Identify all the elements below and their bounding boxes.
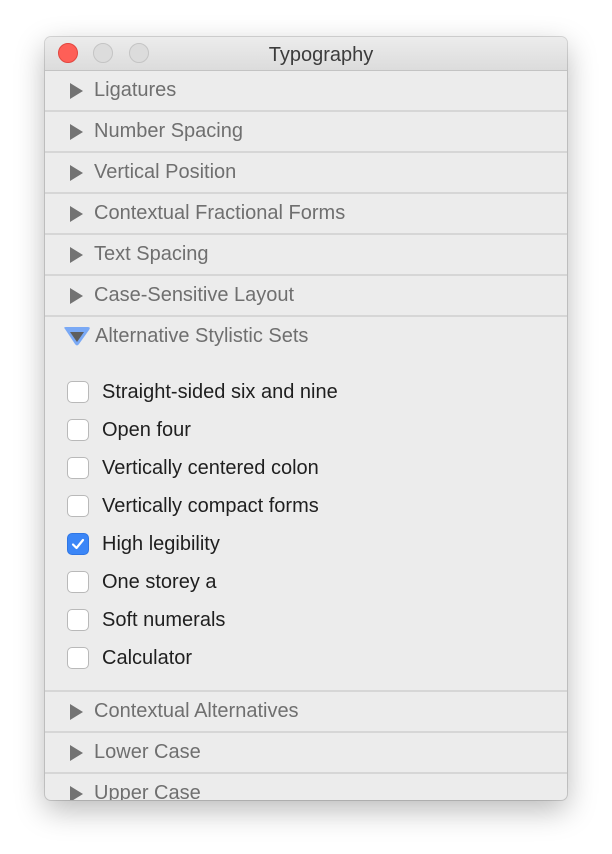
option-label: One storey a <box>102 570 217 593</box>
option-soft-numerals[interactable]: Soft numerals <box>45 601 567 639</box>
disclosure-triangle-collapsed-icon[interactable] <box>70 82 83 99</box>
disclosure-triangle-expanded-icon[interactable] <box>62 325 92 349</box>
section-upper-case[interactable]: Upper Case <box>45 774 567 800</box>
section-lower-case[interactable]: Lower Case <box>45 733 567 774</box>
option-straight-sided-six-and-nine[interactable]: Straight-sided six and nine <box>45 373 567 411</box>
section-contextual-alternatives[interactable]: Contextual Alternatives <box>45 692 567 733</box>
option-label: High legibility <box>102 532 220 555</box>
section-label: Alternative Stylistic Sets <box>95 325 309 347</box>
section-label: Vertical Position <box>94 161 237 183</box>
option-label: Calculator <box>102 646 193 669</box>
section-contextual-fractional-forms[interactable]: Contextual Fractional Forms <box>45 194 567 235</box>
checkbox[interactable] <box>67 495 89 517</box>
title-bar[interactable]: Typography <box>45 37 567 71</box>
section-number-spacing[interactable]: Number Spacing <box>45 112 567 153</box>
section-label: Lower Case <box>94 741 201 763</box>
option-vertically-centered-colon[interactable]: Vertically centered colon <box>45 449 567 487</box>
option-label: Vertically centered colon <box>102 456 319 479</box>
section-label: Case-Sensitive Layout <box>94 284 295 306</box>
disclosure-triangle-collapsed-icon[interactable] <box>70 246 83 263</box>
disclosure-triangle-collapsed-icon[interactable] <box>70 205 83 222</box>
section-vertical-position[interactable]: Vertical Position <box>45 153 567 194</box>
disclosure-triangle-collapsed-icon[interactable] <box>70 164 83 181</box>
disclosure-triangle-collapsed-icon[interactable] <box>70 744 83 761</box>
disclosure-triangle-collapsed-icon[interactable] <box>70 785 83 800</box>
section-ligatures[interactable]: Ligatures <box>45 71 567 112</box>
option-label: Straight-sided six and nine <box>102 380 338 403</box>
option-label: Open four <box>102 418 191 441</box>
section-case-sensitive-layout[interactable]: Case-Sensitive Layout <box>45 276 567 317</box>
checkbox[interactable] <box>67 457 89 479</box>
checkbox[interactable] <box>67 571 89 593</box>
option-calculator[interactable]: Calculator <box>45 639 567 677</box>
typography-window: Typography Ligatures Number Spacing Vertic… <box>45 37 567 800</box>
checkbox[interactable] <box>67 419 89 441</box>
section-text-spacing[interactable]: Text Spacing <box>45 235 567 276</box>
section-label: Contextual Alternatives <box>94 700 299 722</box>
checkbox[interactable] <box>67 381 89 403</box>
option-label: Vertically compact forms <box>102 494 319 517</box>
checkbox[interactable] <box>67 609 89 631</box>
option-high-legibility[interactable]: High legibility <box>45 525 567 563</box>
checkbox[interactable] <box>67 533 89 555</box>
option-one-storey-a[interactable]: One storey a <box>45 563 567 601</box>
disclosure-triangle-collapsed-icon[interactable] <box>70 703 83 720</box>
section-label: Contextual Fractional Forms <box>94 202 346 224</box>
option-vertically-compact-forms[interactable]: Vertically compact forms <box>45 487 567 525</box>
section-label: Number Spacing <box>94 120 243 142</box>
stylistic-set-options: Straight-sided six and nine Open four Vert… <box>45 356 567 692</box>
section-alternative-stylistic-sets[interactable]: Alternative Stylistic Sets <box>45 317 567 356</box>
window-title: Typography <box>268 44 374 66</box>
checkbox[interactable] <box>67 647 89 669</box>
option-label: Soft numerals <box>102 608 226 631</box>
option-open-four[interactable]: Open four <box>45 411 567 449</box>
disclosure-triangle-collapsed-icon[interactable] <box>70 123 83 140</box>
section-label: Upper Case <box>94 782 201 800</box>
section-label: Ligatures <box>94 79 177 101</box>
disclosure-triangle-collapsed-icon[interactable] <box>70 287 83 304</box>
checkmark-icon <box>71 538 85 550</box>
section-label: Text Spacing <box>94 243 209 265</box>
